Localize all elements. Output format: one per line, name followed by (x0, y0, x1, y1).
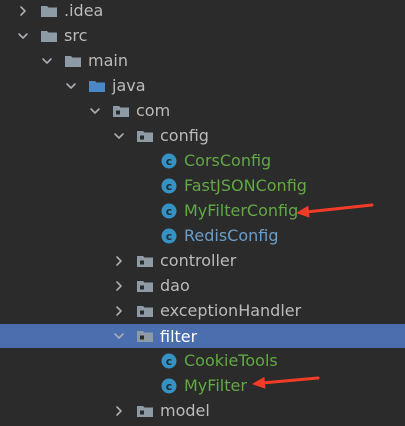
svg-text:c: c (166, 379, 173, 392)
chevron-right-icon[interactable] (112, 279, 126, 293)
tree-row-label: model (160, 401, 210, 420)
source-folder-icon (88, 78, 106, 94)
tree-row-label: main (88, 51, 128, 70)
svg-text:c: c (166, 354, 173, 367)
chevron-down-icon[interactable] (16, 29, 30, 43)
svg-text:c: c (166, 204, 173, 217)
tree-row-exceptionhandler[interactable]: exceptionHandler (0, 298, 405, 323)
tree-row-label: filter (160, 326, 198, 346)
java-class-icon: c (160, 353, 178, 369)
tree-row-src[interactable]: src (0, 23, 405, 48)
tree-row-label: MyFilter (184, 376, 247, 395)
package-icon (136, 278, 154, 294)
package-icon (112, 103, 130, 119)
tree-row-redisconfig[interactable]: c RedisConfig (0, 223, 405, 248)
tree-row-label: controller (160, 251, 237, 270)
java-class-icon: c (160, 378, 178, 394)
chevron-down-icon[interactable] (88, 104, 102, 118)
folder-icon (40, 3, 58, 19)
chevron-down-icon[interactable] (112, 329, 126, 343)
tree-row-main[interactable]: main (0, 48, 405, 73)
chevron-right-icon[interactable] (112, 254, 126, 268)
tree-row-label: java (112, 76, 146, 95)
tree-row-label: FastJSONConfig (184, 176, 307, 195)
chevron-down-icon[interactable] (112, 129, 126, 143)
chevron-right-icon[interactable] (112, 304, 126, 318)
java-class-icon: c (160, 228, 178, 244)
package-icon (136, 128, 154, 144)
java-class-icon: c (160, 178, 178, 194)
chevron-right-icon[interactable] (112, 404, 126, 418)
project-tree: .idea src main java com config c CorsConfig c Fas… (0, 0, 405, 426)
tree-row-fastjsonconfig[interactable]: c FastJSONConfig (0, 173, 405, 198)
tree-row-myfilter[interactable]: c MyFilter (0, 373, 405, 398)
tree-row-label: dao (160, 276, 190, 295)
tree-row-label: MyFilterConfig (184, 201, 299, 220)
tree-row-label: src (64, 26, 88, 45)
java-class-icon: c (160, 153, 178, 169)
tree-row-label: com (136, 101, 171, 120)
tree-row-corsconfig[interactable]: c CorsConfig (0, 148, 405, 173)
package-icon (136, 403, 154, 419)
folder-icon (40, 28, 58, 44)
tree-row-label: .idea (64, 1, 104, 20)
tree-row-myfilterconfig[interactable]: c MyFilterConfig (0, 198, 405, 223)
tree-row-filter[interactable]: filter (0, 324, 405, 348)
chevron-right-icon[interactable] (16, 4, 30, 18)
svg-text:c: c (166, 229, 173, 242)
package-icon (136, 328, 154, 344)
tree-row-com[interactable]: com (0, 98, 405, 123)
svg-text:c: c (166, 179, 173, 192)
tree-row-java[interactable]: java (0, 73, 405, 98)
tree-row-cookietools[interactable]: c CookieTools (0, 348, 405, 373)
tree-row-label: RedisConfig (184, 226, 279, 245)
tree-row-label: config (160, 126, 209, 145)
tree-row-config[interactable]: config (0, 123, 405, 148)
tree-row-idea[interactable]: .idea (0, 0, 405, 23)
java-class-icon: c (160, 203, 178, 219)
tree-row-label: CorsConfig (184, 151, 272, 170)
svg-text:c: c (166, 154, 173, 167)
chevron-down-icon[interactable] (40, 54, 54, 68)
tree-row-controller[interactable]: controller (0, 248, 405, 273)
folder-icon (64, 53, 82, 69)
package-icon (136, 303, 154, 319)
tree-row-model[interactable]: model (0, 398, 405, 423)
tree-row-dao[interactable]: dao (0, 273, 405, 298)
tree-row-label: CookieTools (184, 351, 278, 370)
tree-row-label: exceptionHandler (160, 301, 302, 320)
chevron-down-icon[interactable] (64, 79, 78, 93)
package-icon (136, 253, 154, 269)
